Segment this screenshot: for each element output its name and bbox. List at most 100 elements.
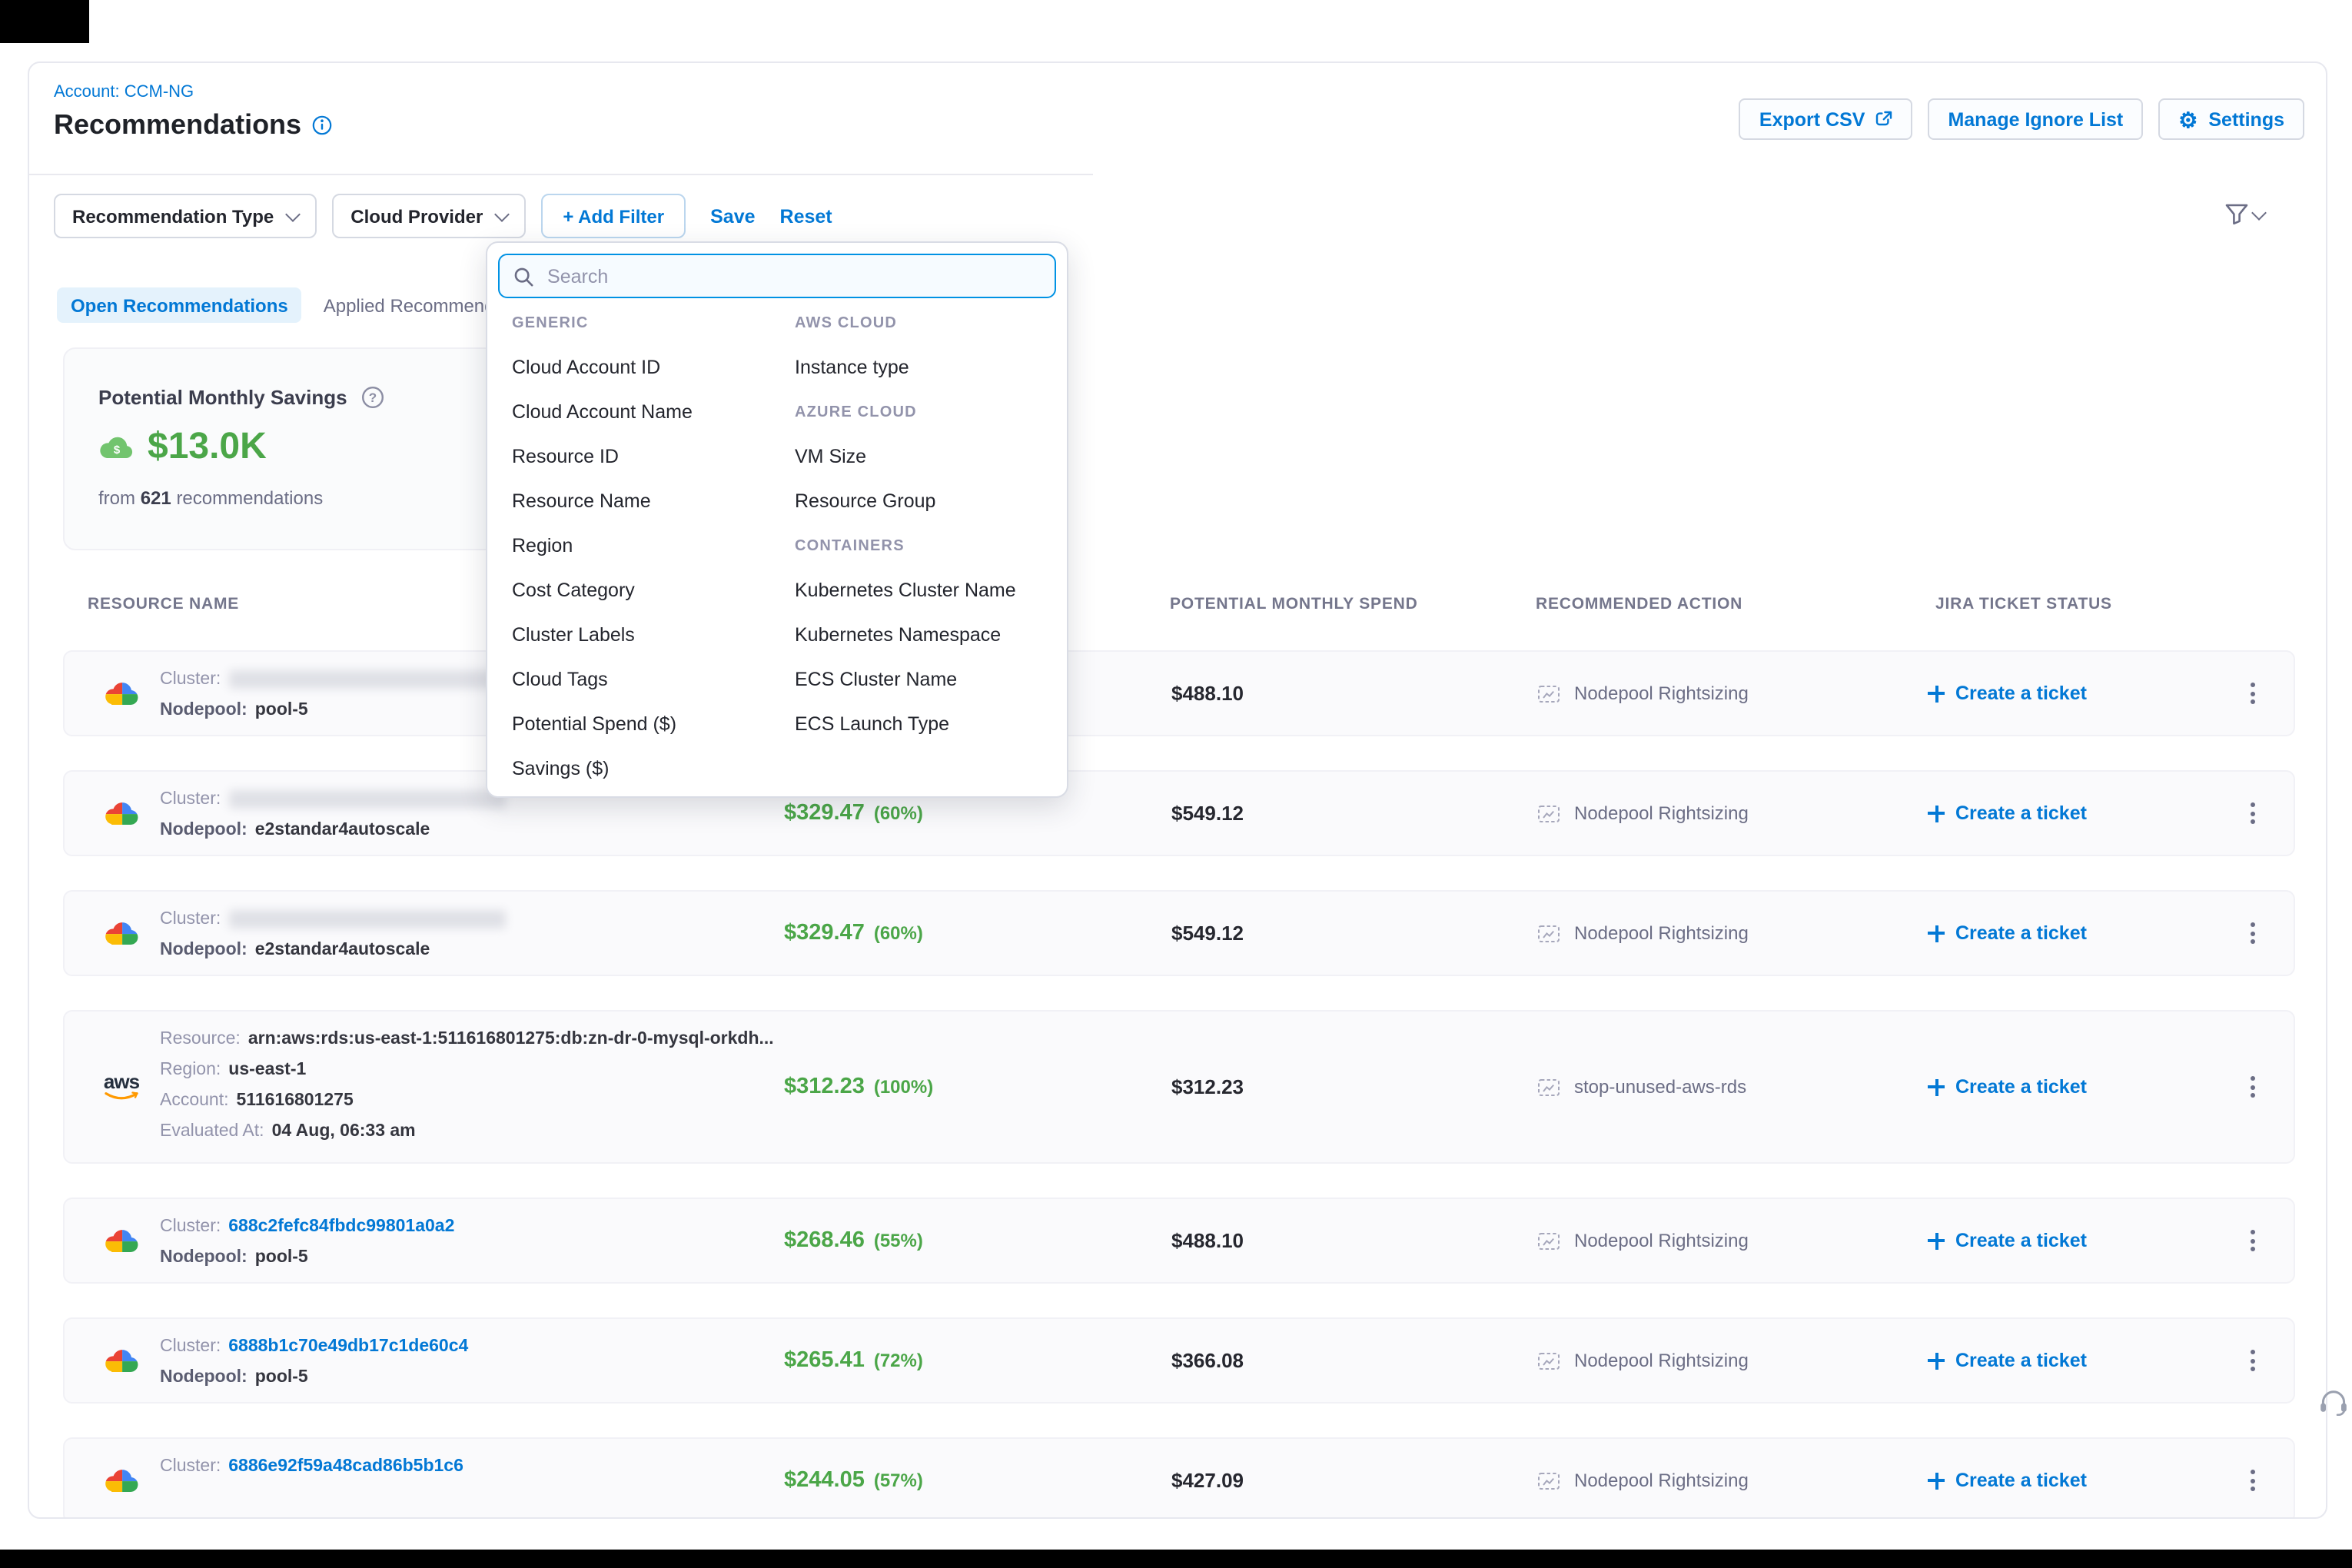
create-ticket-button[interactable]: Create a ticket [1928, 922, 2087, 944]
savings-cell: $312.23 (100%) [784, 1075, 933, 1099]
savings-cell: $329.47 (60%) [784, 921, 923, 945]
filter-option[interactable]: Resource Group [795, 480, 1055, 524]
cluster-link[interactable]: 688c2fefc84fbdc99801a0a2 [228, 1214, 454, 1239]
resource-line-label: Cluster: [160, 667, 221, 692]
action-cell: Nodepool Rightsizing [1537, 1470, 1749, 1491]
filter-option[interactable]: Cloud Account Name [512, 390, 795, 435]
filter-search-input[interactable] [544, 264, 1041, 288]
create-ticket-button[interactable]: Create a ticket [1928, 1230, 2087, 1251]
save-filter-button[interactable]: Save [710, 205, 755, 227]
recommended-action: Nodepool Rightsizing [1574, 922, 1749, 944]
create-ticket-button[interactable]: Create a ticket [1928, 1350, 2087, 1371]
manage-ignore-list-button[interactable]: Manage Ignore List [1928, 98, 2143, 140]
savings-percent: (60%) [874, 802, 923, 824]
settings-button[interactable]: ⚙ Settings [2158, 98, 2304, 140]
recommendation-type-filter[interactable]: Recommendation Type [54, 194, 317, 238]
rightsizing-icon [1537, 1231, 1560, 1251]
filter-option[interactable]: Cost Category [512, 569, 795, 613]
filter-option[interactable]: Potential Spend ($) [512, 703, 795, 747]
resource-line-label: Cluster: [160, 1454, 221, 1479]
header-divider [29, 174, 1093, 175]
filter-option[interactable]: Cloud Tags [512, 658, 795, 703]
create-ticket-button[interactable]: Create a ticket [1928, 1470, 2087, 1491]
kebab-menu-button[interactable] [2244, 1344, 2261, 1377]
kebab-menu-button[interactable] [2244, 796, 2261, 830]
filter-option[interactable]: Cluster Labels [512, 613, 795, 658]
gcp-logo-icon [98, 798, 145, 829]
cloud-provider-filter[interactable]: Cloud Provider [332, 194, 526, 238]
savings-amount: $329.47 [784, 921, 865, 945]
resource-details: Resource:arn:aws:rds:us-east-1:511616801… [160, 1027, 774, 1144]
export-csv-button[interactable]: Export CSV [1739, 98, 1913, 140]
filter-option[interactable]: ECS Cluster Name [795, 658, 1055, 703]
cluster-link[interactable]: 6886e92f59a48cad86b5b1c6 [228, 1454, 463, 1479]
support-headset-icon[interactable] [2318, 1388, 2349, 1416]
filter-option[interactable]: VM Size [795, 435, 1055, 480]
settings-label: Settings [2208, 108, 2284, 130]
filter-option[interactable]: Savings ($) [512, 747, 795, 790]
filter-option[interactable]: Kubernetes Namespace [795, 613, 1055, 658]
savings-cell: $329.47 (60%) [784, 801, 923, 826]
savings-percent: (100%) [874, 1076, 933, 1098]
plus-icon [1928, 1078, 1945, 1095]
create-ticket-label: Create a ticket [1955, 1076, 2087, 1098]
savings-cell: $265.41 (72%) [784, 1348, 923, 1373]
resource-details: Cluster:Nodepool:e2standar4autoscale [160, 907, 505, 962]
kebab-menu-button[interactable] [2244, 1070, 2261, 1104]
recommendations-list: Cluster:Nodepool:pool-5 $488.10 Nodepool… [63, 650, 2295, 1519]
recommended-action: Nodepool Rightsizing [1574, 1470, 1749, 1491]
info-icon[interactable] [312, 115, 332, 135]
gcp-logo-icon [98, 1465, 145, 1496]
filter-option[interactable]: Kubernetes Cluster Name [795, 569, 1055, 613]
account-breadcrumb[interactable]: Account: CCM-NG [54, 83, 194, 101]
create-ticket-button[interactable]: Create a ticket [1928, 1076, 2087, 1098]
action-cell: Nodepool Rightsizing [1537, 802, 1749, 824]
filter-option[interactable]: Cloud Account ID [512, 346, 795, 390]
savings-card-title: Potential Monthly Savings [98, 386, 347, 409]
filter-option[interactable]: Region [512, 524, 795, 569]
resource-line-label: Nodepool: [160, 1245, 247, 1270]
svg-text:$: $ [114, 443, 121, 457]
screenshot-artifact-bottom-bar [0, 1550, 2352, 1568]
kebab-menu-button[interactable] [2244, 676, 2261, 710]
create-ticket-label: Create a ticket [1955, 1230, 2087, 1251]
create-ticket-button[interactable]: Create a ticket [1928, 802, 2087, 824]
kebab-menu-button[interactable] [2244, 1463, 2261, 1497]
kebab-menu-button[interactable] [2244, 1224, 2261, 1257]
help-icon[interactable]: ? [361, 386, 384, 409]
chevron-down-icon [285, 206, 301, 221]
export-csv-label: Export CSV [1759, 108, 1865, 130]
recommendations-count: 621 [141, 487, 171, 509]
kebab-menu-button[interactable] [2244, 916, 2261, 950]
cluster-link[interactable]: 6888b1c70e49db17c1de60c4 [228, 1334, 468, 1359]
filter-option[interactable]: Resource Name [512, 480, 795, 524]
create-ticket-button[interactable]: Create a ticket [1928, 683, 2087, 704]
action-cell: Nodepool Rightsizing [1537, 922, 1749, 944]
rightsizing-icon [1537, 923, 1560, 943]
filter-option[interactable]: Resource ID [512, 435, 795, 480]
resource-line-value: pool-5 [255, 698, 308, 723]
table-row: Cluster:6886e92f59a48cad86b5b1c6 $244.05… [63, 1437, 2295, 1519]
reset-filter-button[interactable]: Reset [780, 205, 832, 227]
table-row: Cluster:Nodepool:pool-5 $488.10 Nodepool… [63, 650, 2295, 736]
filter-column-right: AWS CLOUDInstance typeAZURE CLOUDVM Size… [795, 301, 1055, 790]
recommended-action: Nodepool Rightsizing [1574, 1230, 1749, 1251]
recommended-action: stop-unused-aws-rds [1574, 1076, 1746, 1098]
filter-option[interactable]: ECS Launch Type [795, 703, 1055, 747]
resource-line-value: 511616801275 [237, 1088, 354, 1113]
create-ticket-label: Create a ticket [1955, 802, 2087, 824]
tab-open-recommendations[interactable]: Open Recommendations [57, 287, 302, 323]
recommended-action: Nodepool Rightsizing [1574, 802, 1749, 824]
filter-option[interactable]: Instance type [795, 346, 1055, 390]
filter-panel-toggle[interactable] [2224, 203, 2264, 226]
resource-details: Cluster:Nodepool:pool-5 [160, 667, 505, 723]
add-filter-button[interactable]: + Add Filter [541, 194, 686, 238]
redacted-value [228, 910, 505, 929]
savings-percent: (55%) [874, 1230, 923, 1251]
action-cell: Nodepool Rightsizing [1537, 1230, 1749, 1251]
recommendations-page: Account: CCM-NG Recommendations Export C… [28, 61, 2327, 1519]
recommendation-type-label: Recommendation Type [72, 205, 274, 227]
filter-section-header: GENERIC [512, 301, 795, 346]
savings-amount: $329.47 [784, 801, 865, 826]
savings-percent: (57%) [874, 1470, 923, 1491]
